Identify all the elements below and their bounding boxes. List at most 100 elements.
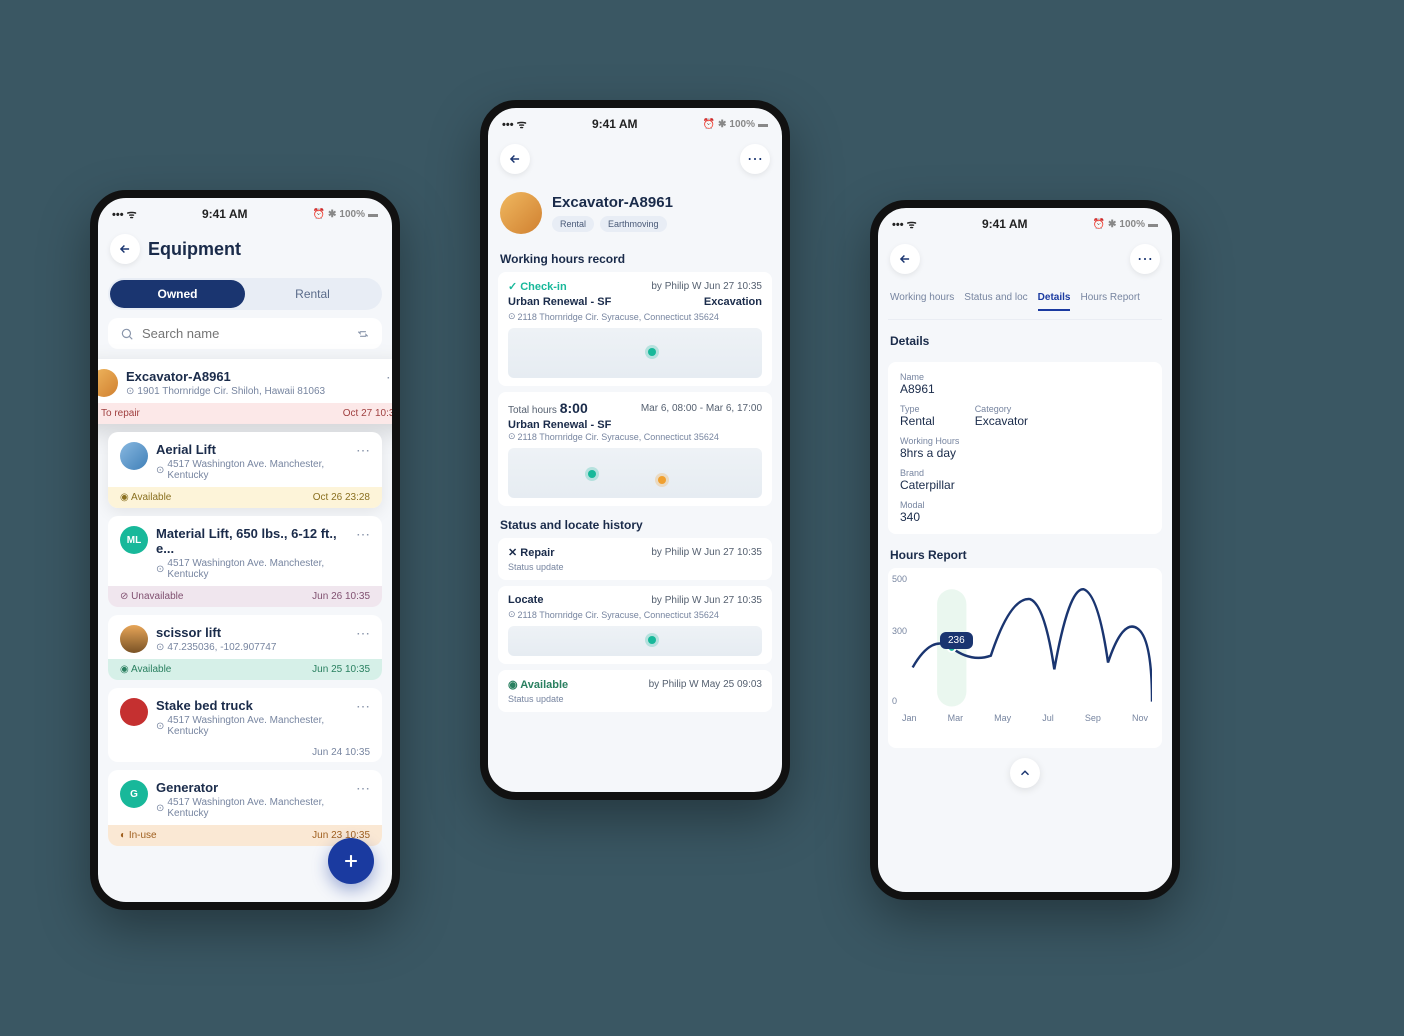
more-button[interactable]: ⋯ xyxy=(356,625,370,642)
status-bar: ••• ᯤ 9:41 AM ⏰ ✱ 100% ▬ xyxy=(98,198,392,230)
equipment-title: Excavator-A8961 xyxy=(552,194,673,211)
repair-label: ✕ Repair xyxy=(508,546,555,559)
equipment-card[interactable]: scissor lift ⊙47.235036, -102.907747 ⋯ ◉… xyxy=(108,615,382,680)
status-label: ◐ In-use xyxy=(120,830,157,841)
more-button[interactable]: ⋯ xyxy=(356,698,370,715)
x-tick: May xyxy=(994,713,1011,723)
more-button[interactable]: ⋯ xyxy=(356,442,370,459)
locate-card[interactable]: Locate by Philip W Jun 27 10:35 ⊙2118 Th… xyxy=(498,586,772,664)
locate-label: Locate xyxy=(508,594,543,606)
filter-icon[interactable] xyxy=(356,327,370,341)
section-title: Working hours record xyxy=(498,246,772,272)
phone-equipment-list: ••• ᯤ 9:41 AM ⏰ ✱ 100% ▬ Equipment Owned… xyxy=(90,190,400,910)
header: ⋯ xyxy=(498,140,772,184)
header: Equipment xyxy=(108,230,382,274)
chevron-up-icon xyxy=(1018,766,1032,780)
field-label: Brand xyxy=(900,468,1150,478)
mini-map[interactable] xyxy=(508,328,762,378)
equipment-header: Excavator-A8961 Rental Earthmoving xyxy=(498,184,772,246)
equipment-name: Generator xyxy=(156,780,348,795)
field-label: Type xyxy=(900,404,935,414)
signal-icon: ••• ᯤ xyxy=(892,217,917,232)
equipment-avatar xyxy=(90,369,118,397)
equipment-name: Aerial Lift xyxy=(156,442,348,457)
equipment-name: Stake bed truck xyxy=(156,698,348,713)
report-title: Hours Report xyxy=(888,542,1162,568)
equipment-card[interactable]: G Generator ⊙4517 Washington Ave. Manche… xyxy=(108,770,382,846)
project-name: Urban Renewal - SF xyxy=(508,296,611,308)
total-label: Total hours 8:00 xyxy=(508,400,588,416)
y-tick: 500 xyxy=(892,574,907,584)
field-value: A8961 xyxy=(900,382,1150,396)
pin-icon: ⊙ xyxy=(126,386,134,397)
tab-working-hours[interactable]: Working hours xyxy=(890,292,954,311)
segment-rental[interactable]: Rental xyxy=(245,280,380,308)
arrow-left-icon xyxy=(898,252,912,266)
collapse-button[interactable] xyxy=(1010,758,1040,788)
mini-map[interactable] xyxy=(508,626,762,656)
pin-icon: ⊙ xyxy=(508,609,516,620)
pin-icon: ⊙ xyxy=(156,465,164,476)
signal-icon: ••• ᯤ xyxy=(112,207,137,222)
segment-control: Owned Rental xyxy=(108,278,382,310)
pin-icon: ⊙ xyxy=(156,642,164,653)
phone-details-report: ••• ᯤ 9:41 AM ⏰ ✱ 100% ▬ ⋯ Working hours… xyxy=(870,200,1180,900)
check-icon: ✓ xyxy=(508,280,517,293)
status-label: ⊘ Unavailable xyxy=(120,591,183,602)
checkin-card[interactable]: ✓Check-in by Philip W Jun 27 10:35 Urban… xyxy=(498,272,772,386)
field-label: Modal xyxy=(900,500,1150,510)
x-tick: Nov xyxy=(1132,713,1148,723)
equipment-address: ⊙4517 Washington Ave. Manchester, Kentuc… xyxy=(156,459,348,481)
more-button[interactable]: ⋯ xyxy=(356,526,370,543)
tag: Earthmoving xyxy=(600,216,667,232)
tab-status[interactable]: Status and loc xyxy=(964,292,1027,311)
map-marker xyxy=(648,636,656,644)
menu-button[interactable]: ⋯ xyxy=(1130,244,1160,274)
status-row: ✕ To repair Oct 27 10:35 xyxy=(90,403,400,424)
chart-tooltip: 236 xyxy=(940,632,973,649)
status-update: Status update xyxy=(508,562,762,572)
arrow-left-icon xyxy=(118,242,132,256)
map-marker xyxy=(588,470,596,478)
equipment-card[interactable]: Excavator-A8961 ⊙1901 Thornridge Cir. Sh… xyxy=(90,359,400,424)
more-button[interactable]: ⋯ xyxy=(356,780,370,797)
equipment-address: ⊙4517 Washington Ave. Manchester, Kentuc… xyxy=(156,797,348,819)
status-time: 9:41 AM xyxy=(982,217,1028,231)
status-bar: ••• ᯤ 9:41 AM ⏰ ✱ 100% ▬ xyxy=(878,208,1172,240)
status-update: Status update xyxy=(508,694,762,704)
equipment-card[interactable]: Stake bed truck ⊙4517 Washington Ave. Ma… xyxy=(108,688,382,762)
more-button[interactable]: ⋯ xyxy=(386,369,400,386)
status-label: ◉ Available xyxy=(120,664,171,675)
more-icon: ⋯ xyxy=(747,149,763,169)
available-label: ◉ Available xyxy=(508,678,568,691)
status-battery: ⏰ ✱ 100% ▬ xyxy=(313,209,378,220)
segment-owned[interactable]: Owned xyxy=(110,280,245,308)
status-row: ⊘ Unavailable Jun 26 10:35 xyxy=(108,586,382,607)
equipment-card[interactable]: Aerial Lift ⊙4517 Washington Ave. Manche… xyxy=(108,432,382,508)
back-button[interactable] xyxy=(890,244,920,274)
status-battery: ⏰ ✱ 100% ▬ xyxy=(703,119,768,130)
pin-icon: ⊙ xyxy=(156,564,164,575)
tab-details[interactable]: Details xyxy=(1038,292,1071,311)
available-by: by Philip W May 25 09:03 xyxy=(649,679,762,690)
hours-chart[interactable]: 500 300 0 236 Jan Mar May Jul Sep Nov xyxy=(888,568,1162,748)
add-button[interactable] xyxy=(328,838,374,884)
total-hours-card[interactable]: Total hours 8:00 Mar 6, 08:00 - Mar 6, 1… xyxy=(498,392,772,506)
equipment-avatar: G xyxy=(120,780,148,808)
search-input[interactable] xyxy=(142,326,348,341)
equipment-card[interactable]: ML Material Lift, 650 lbs., 6-12 ft., e.… xyxy=(108,516,382,607)
phone-equipment-detail: ••• ᯤ 9:41 AM ⏰ ✱ 100% ▬ ⋯ Excavator-A89… xyxy=(480,100,790,800)
status-time: Jun 25 10:35 xyxy=(312,664,370,675)
repair-card[interactable]: ✕ Repair by Philip W Jun 27 10:35 Status… xyxy=(498,538,772,580)
x-tick: Jul xyxy=(1042,713,1054,723)
mini-map[interactable] xyxy=(508,448,762,498)
back-button[interactable] xyxy=(500,144,530,174)
x-axis: Jan Mar May Jul Sep Nov xyxy=(898,713,1152,723)
back-button[interactable] xyxy=(110,234,140,264)
search-box[interactable] xyxy=(108,318,382,349)
equipment-address: ⊙4517 Washington Ave. Manchester, Kentuc… xyxy=(156,558,348,580)
available-card[interactable]: ◉ Available by Philip W May 25 09:03 Sta… xyxy=(498,670,772,712)
tab-report[interactable]: Hours Report xyxy=(1080,292,1139,311)
equipment-address: ⊙4517 Washington Ave. Manchester, Kentuc… xyxy=(156,715,348,737)
menu-button[interactable]: ⋯ xyxy=(740,144,770,174)
